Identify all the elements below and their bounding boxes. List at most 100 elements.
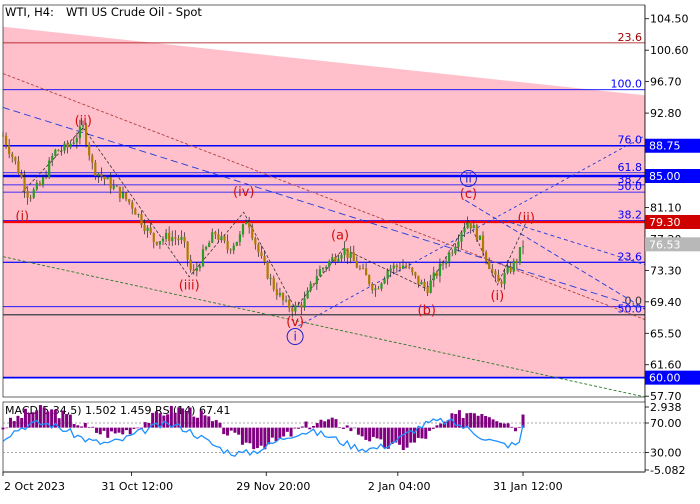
- candle-body-46: [143, 224, 146, 232]
- candle-body-22: [69, 143, 72, 148]
- candle-body-9: [29, 197, 32, 199]
- candle-body-122: [377, 288, 380, 290]
- candle-body-106: [328, 261, 331, 267]
- macd-bar-26: [98, 427, 102, 435]
- macd-bar-96: [360, 427, 364, 437]
- candle-body-70: [217, 234, 220, 240]
- candle-body-19: [60, 150, 63, 152]
- candle-body-87: [269, 278, 272, 279]
- y-tick-label-10: 65.50: [650, 327, 682, 340]
- candle-body-71: [220, 236, 223, 240]
- candle-body-90: [278, 293, 282, 296]
- macd-bar-137: [514, 427, 518, 432]
- candle-body-146: [451, 252, 454, 254]
- candle-body-42: [131, 202, 134, 209]
- candle-body-39: [121, 192, 125, 199]
- macd-bar-50: [188, 407, 192, 428]
- candle-body-109: [337, 258, 340, 262]
- candle-body-29: [91, 155, 94, 163]
- macd-bar-80: [300, 426, 304, 428]
- macd-bar-73: [274, 427, 278, 442]
- candle-body-31: [97, 173, 100, 176]
- macd-bar-17: [65, 414, 69, 428]
- y-tick-label-1: 100.60: [650, 44, 689, 57]
- macd-bar-112: [420, 427, 424, 439]
- macd-bar-25: [95, 427, 99, 433]
- candle-body-12: [38, 182, 42, 186]
- candle-body-140: [432, 272, 435, 281]
- macd-bar-89: [334, 419, 338, 428]
- candle-body-110: [340, 254, 343, 259]
- candle-body-66: [204, 246, 208, 250]
- candle-body-6: [20, 173, 23, 178]
- candle-body-68: [211, 232, 214, 243]
- candle-body-111: [343, 248, 346, 255]
- wave-label-6: (a): [331, 229, 349, 244]
- candle-body-17: [54, 149, 57, 156]
- x-tick-label-0: 2 Oct 2023: [4, 480, 65, 493]
- candle-body-30: [94, 162, 97, 176]
- candle-body-169: [521, 246, 525, 248]
- macd-bar-84: [315, 423, 319, 428]
- macd-bar-108: [405, 427, 409, 448]
- macd-bar-29: [109, 427, 113, 432]
- candle-body-86: [266, 262, 269, 279]
- candle-body-24: [75, 138, 78, 143]
- candle-body-96: [297, 304, 300, 306]
- fib-label-2: 76.0: [618, 134, 643, 147]
- candle-body-2: [8, 145, 11, 154]
- macd-bar-115: [431, 427, 435, 429]
- candle-body-60: [186, 241, 189, 260]
- macd-bar-22: [83, 422, 87, 428]
- x-tick-label-1: 31 Oct 12:00: [101, 480, 173, 493]
- candle-body-79: [244, 222, 248, 225]
- macd-bar-31: [117, 427, 121, 433]
- candle-body-77: [238, 234, 242, 242]
- candle-body-76: [235, 241, 238, 246]
- fib-label-0: 23.6: [618, 31, 643, 44]
- candle-body-74: [229, 249, 232, 251]
- candle-body-72: [223, 236, 226, 241]
- candle-body-20: [63, 143, 66, 151]
- macd-bar-6: [23, 408, 27, 428]
- macd-bar-76: [285, 427, 289, 432]
- macd-bar-79: [297, 427, 301, 429]
- fib-label-3: 61.8: [618, 161, 643, 174]
- candle-body-167: [515, 260, 518, 263]
- ind-y-tick-label-1: 70.00: [650, 417, 682, 430]
- candle-body-141: [435, 272, 438, 277]
- wave-label-3: (iv): [233, 185, 254, 200]
- macd-bar-83: [312, 425, 316, 428]
- y-tick-label-6: 81.10: [650, 201, 682, 214]
- candle-body-162: [500, 281, 503, 284]
- candle-body-114: [352, 252, 355, 262]
- candle-body-153: [472, 225, 475, 229]
- candle-body-61: [189, 259, 192, 270]
- candle-body-123: [380, 283, 383, 289]
- macd-bar-0: [1, 427, 5, 430]
- candle-body-158: [488, 260, 491, 269]
- candle-body-163: [503, 272, 506, 284]
- macd-bar-28: [106, 427, 110, 438]
- candle-body-124: [383, 278, 386, 284]
- macd-bar-92: [345, 425, 349, 428]
- y-tick-label-8: 73.30: [650, 264, 682, 277]
- macd-bar-69: [259, 427, 263, 446]
- candle-body-164: [506, 266, 509, 273]
- macd-bar-36: [136, 427, 140, 429]
- macd-bar-130: [487, 417, 491, 428]
- candle-body-73: [226, 240, 229, 250]
- candle-body-160: [494, 271, 497, 275]
- candle-body-80: [248, 222, 251, 228]
- candle-body-143: [441, 263, 445, 265]
- fib-label-6: 38.2: [618, 208, 643, 221]
- macd-bar-8: [31, 412, 35, 428]
- candle-body-1: [4, 135, 8, 146]
- macd-bar-30: [113, 427, 117, 434]
- macd-bar-90: [338, 427, 342, 428]
- candle-body-138: [426, 287, 429, 293]
- macd-bar-65: [244, 427, 248, 443]
- candle-body-53: [164, 232, 168, 239]
- ind-y-tick-label-3: -5.082: [650, 464, 685, 477]
- price-tag-2: 79.30: [649, 216, 681, 229]
